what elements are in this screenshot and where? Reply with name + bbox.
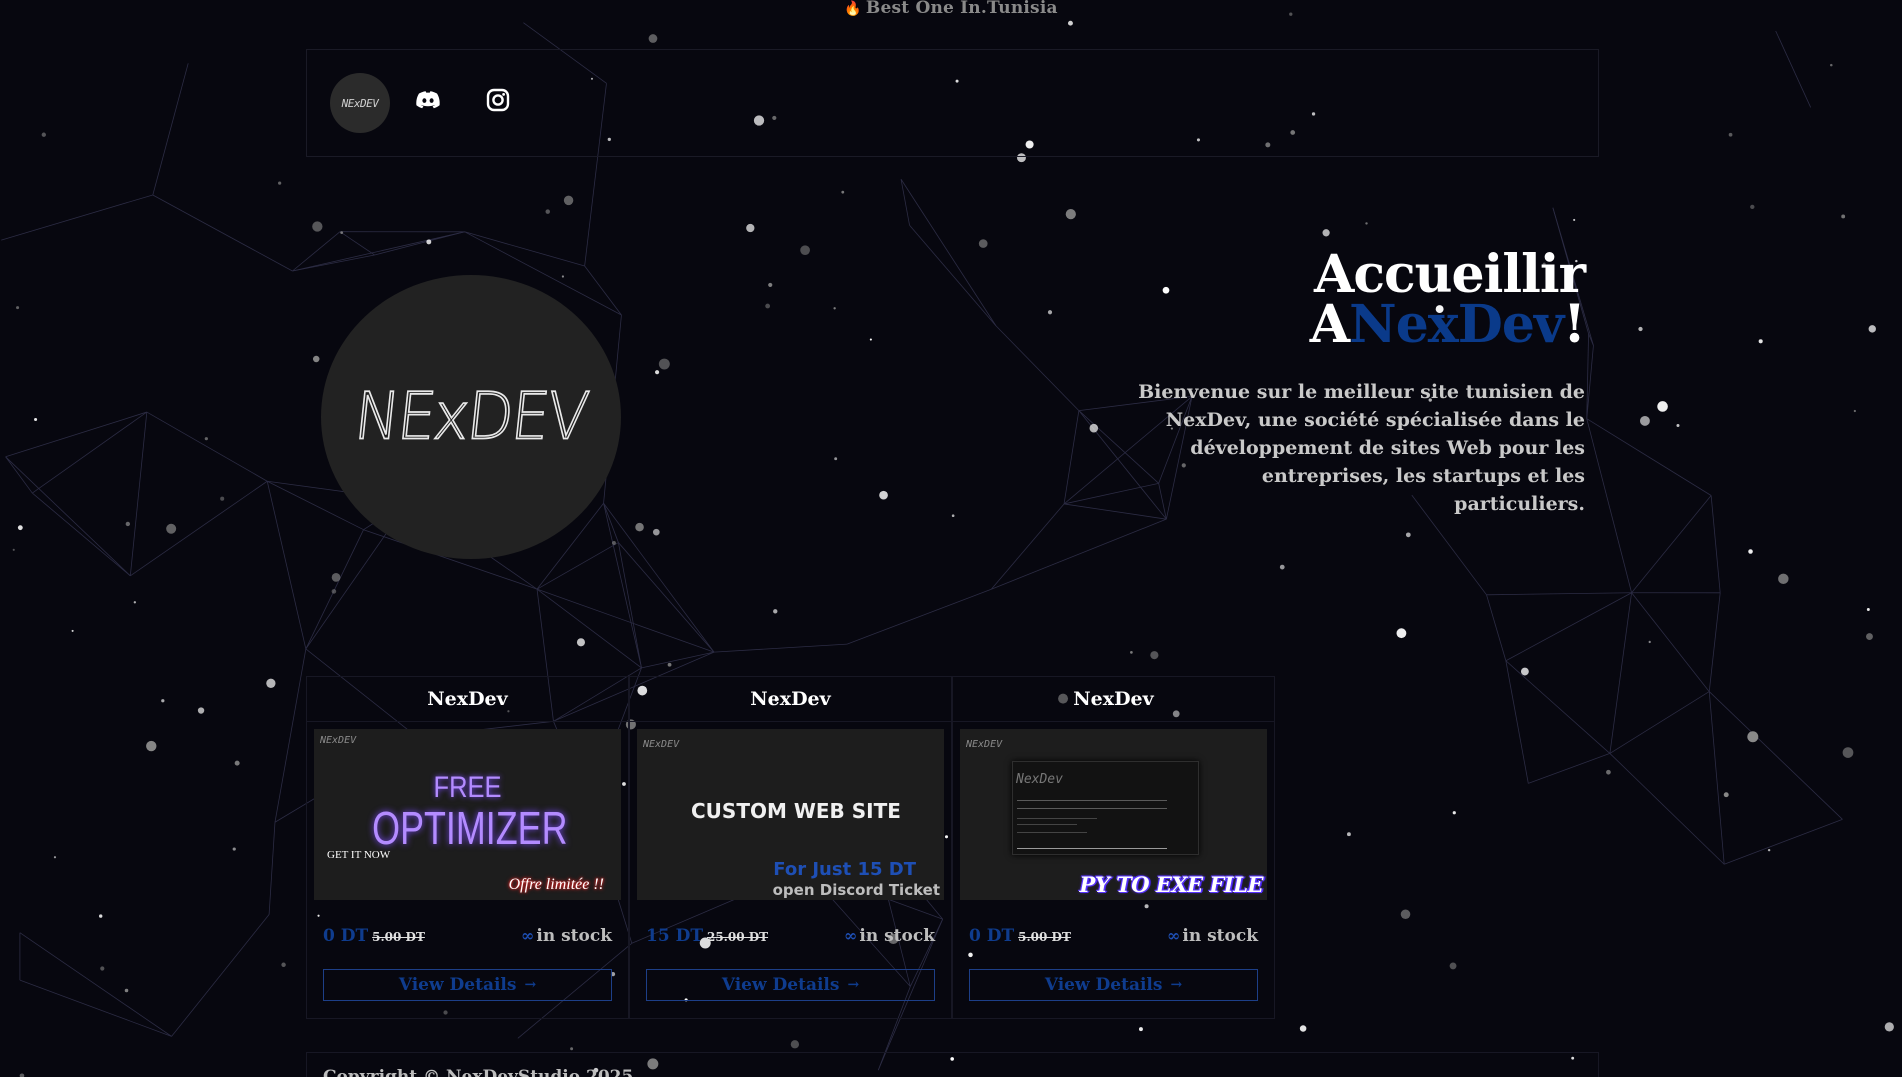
site-header: NExDEV [306,49,1599,157]
current-price: 0 DT [969,926,1015,946]
hero-logo: NExDEV [321,275,621,559]
product-card: NexDev NExDEV FREE OPTIMIZER GET IT NOW … [306,676,629,1019]
product-title: NexDev [953,677,1274,722]
current-price: 0 DT [323,926,369,946]
product-image-py-to-exe[interactable]: NExDEV NexDev PY TO EXE FILE [960,729,1267,900]
stock-label: in stock [1182,926,1258,946]
instagram-icon[interactable] [483,85,513,115]
arrow-right-icon: → [524,977,537,993]
announcement-text: Best One In.Tunisia [865,0,1058,18]
product-card: NexDev NExDEV CUSTOM WEB SITE For Just 1… [629,676,952,1019]
page: 🔥 Best One In.Tunisia NExDEV NExDEV Accue… [0,0,1902,1077]
old-price: 5.00 DT [372,930,425,944]
view-details-label: View Details [398,975,517,995]
image-headline-optimizer: OPTIMIZER [372,802,568,854]
image-cta-text: GET IT NOW [327,849,391,861]
arrow-right-icon: → [847,977,860,993]
old-price: 25.00 DT [706,930,769,944]
view-details-label: View Details [721,975,840,995]
infinity-icon: ∞ [844,926,858,945]
view-details-button[interactable]: View Details → [646,969,935,1001]
image-offer-badge: Offre limitée !! [508,876,604,893]
terminal-title: NexDev [1016,772,1063,787]
product-image-optimizer[interactable]: NExDEV FREE OPTIMIZER GET IT NOW Offre l… [314,729,621,900]
infinity-icon: ∞ [521,926,535,945]
product-title: NexDev [630,677,951,722]
image-brand-mark: NExDEV [643,739,680,750]
image-headline: CUSTOM WEB SITE [691,799,901,823]
copyright-text: Copyright © NexDevStudio 2025 [323,1067,634,1077]
image-note: open Discord Ticket [772,881,940,899]
stock-label: in stock [536,926,612,946]
site-footer: Copyright © NexDevStudio 2025 [306,1052,1599,1077]
hero-title-brand: NexDev [1349,294,1564,355]
arrow-right-icon: → [1170,977,1183,993]
product-grid: NexDev NExDEV FREE OPTIMIZER GET IT NOW … [306,676,1275,1019]
stock-status: ∞ in stock [521,926,612,946]
header-logo[interactable]: NExDEV [330,73,390,133]
infinity-icon: ∞ [1167,926,1181,945]
image-headline-free: FREE [433,771,502,804]
price-row: 0 DT 5.00 DT ∞ in stock [323,926,612,946]
price-group: 0 DT 5.00 DT [323,926,425,946]
price-group: 15 DT 25.00 DT [646,926,768,946]
view-details-button[interactable]: View Details → [323,969,612,1001]
image-price-line: For Just 15 DT [773,859,916,880]
product-title: NexDev [307,677,628,722]
image-brand-mark: NExDEV [966,739,1003,750]
product-card: NexDev NExDEV NexDev PY TO EXE FILE 0 DT… [952,676,1275,1019]
stock-label: in stock [859,926,935,946]
stock-status: ∞ in stock [844,926,935,946]
flame-icon: 🔥 [844,1,862,17]
hero-title: Accueillir ANexDev! [1025,244,1586,351]
hero-logo-text: NExDEV [350,378,591,455]
view-details-label: View Details [1044,975,1163,995]
header-logo-text: NExDEV [341,96,379,110]
old-price: 5.00 DT [1018,930,1071,944]
price-group: 0 DT 5.00 DT [969,926,1071,946]
hero-section: Accueillir ANexDev! Bienvenue sur le mei… [1025,244,1586,518]
hero-title-line2: ANexDev! [1025,299,1586,351]
price-row: 0 DT 5.00 DT ∞ in stock [969,926,1258,946]
product-image-web-site[interactable]: NExDEV CUSTOM WEB SITE For Just 15 DT op… [637,729,944,900]
hero-title-prefix: A [1309,294,1350,355]
terminal-screenshot: NexDev [1012,761,1199,855]
current-price: 15 DT [646,926,703,946]
hero-description: Bienvenue sur le meilleur site tunisien … [1138,381,1585,515]
announcement-bar: 🔥 Best One In.Tunisia [0,0,1902,18]
image-label: PY TO EXE FILE [1079,872,1264,897]
hero-title-suffix: ! [1563,294,1586,355]
view-details-button[interactable]: View Details → [969,969,1258,1001]
image-brand-mark: NExDEV [320,735,357,746]
discord-icon[interactable] [413,85,443,115]
price-row: 15 DT 25.00 DT ∞ in stock [646,926,935,946]
hero-title-line1: Accueillir [1314,244,1586,305]
stock-status: ∞ in stock [1167,926,1258,946]
